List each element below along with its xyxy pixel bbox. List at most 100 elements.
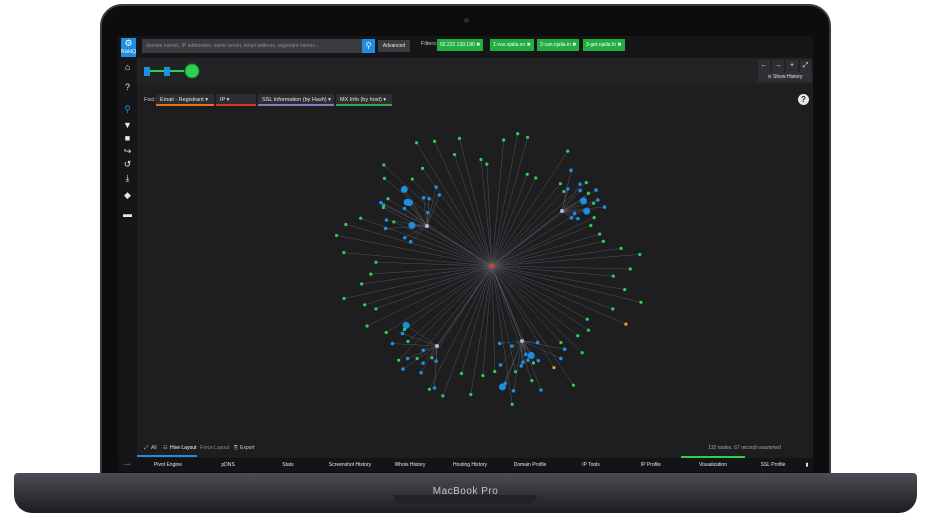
domain-node[interactable] — [359, 216, 363, 220]
ip-node[interactable] — [576, 216, 580, 221]
add-icon[interactable]: + — [786, 60, 798, 72]
domain-node[interactable] — [566, 149, 570, 153]
ip-node[interactable] — [594, 188, 598, 192]
domain-node[interactable] — [415, 356, 419, 361]
ssl-node[interactable] — [435, 344, 439, 348]
hive-layout-button[interactable]: Hive Layout — [170, 444, 196, 453]
ip-node[interactable] — [434, 185, 438, 189]
domain-node[interactable] — [628, 267, 632, 271]
ip-node[interactable] — [408, 221, 416, 229]
domain-node[interactable] — [441, 394, 445, 398]
domain-node[interactable] — [374, 260, 378, 264]
domain-node[interactable] — [619, 246, 623, 250]
search-input[interactable]: domain names, IP addresses, name server,… — [142, 39, 362, 53]
filter-chip[interactable]: 3-get.njalla.fo ✖ — [583, 39, 625, 51]
ip-node[interactable] — [503, 381, 508, 386]
focus-select-mx[interactable]: MX Info (by host) ▾ — [336, 94, 392, 106]
domain-node[interactable] — [469, 392, 473, 397]
ip-node[interactable] — [383, 226, 388, 231]
domain-node[interactable] — [502, 138, 506, 142]
domain-node[interactable] — [580, 351, 584, 355]
domain-node[interactable] — [585, 317, 589, 321]
domain-node[interactable] — [493, 369, 497, 374]
ip-node[interactable] — [390, 341, 395, 346]
domain-node[interactable] — [406, 339, 410, 344]
ip-node[interactable] — [526, 358, 530, 362]
domain-node[interactable] — [384, 330, 388, 335]
ip-node[interactable] — [521, 360, 525, 365]
domain-node[interactable] — [571, 383, 576, 387]
domain-node[interactable] — [623, 287, 627, 292]
domain-node[interactable] — [479, 157, 483, 162]
domain-node[interactable] — [452, 152, 457, 157]
tag-icon[interactable]: ◆ — [122, 190, 133, 201]
ip-node[interactable] — [384, 218, 389, 222]
ip-node[interactable] — [421, 348, 425, 353]
ip-node[interactable] — [421, 361, 425, 365]
network-graph[interactable] — [137, 116, 813, 441]
ip-node[interactable] — [437, 193, 442, 197]
domain-node[interactable] — [432, 139, 437, 143]
tab-pdns[interactable]: pDNS — [200, 458, 256, 472]
ip-node[interactable] — [497, 341, 502, 346]
ip-node[interactable] — [572, 211, 577, 216]
ip-node[interactable] — [578, 188, 582, 193]
domain-node[interactable] — [513, 370, 518, 374]
domain-node[interactable] — [381, 205, 386, 210]
domain-node[interactable] — [592, 215, 596, 220]
domain-node[interactable] — [481, 373, 485, 378]
domain-node[interactable] — [589, 223, 593, 228]
ip-node[interactable] — [498, 363, 503, 367]
ip-node[interactable] — [595, 198, 600, 202]
domain-node[interactable] — [374, 307, 378, 311]
domain-node[interactable] — [592, 201, 596, 205]
domain-node[interactable] — [382, 163, 386, 167]
comment-icon[interactable]: ■ — [122, 133, 133, 144]
domain-node[interactable] — [369, 272, 373, 276]
ip-node[interactable] — [427, 196, 431, 201]
ip-node[interactable] — [405, 199, 413, 207]
domain-node[interactable] — [386, 197, 390, 201]
focus-select-ssl[interactable]: SSL Information (by Hash) ▾ — [258, 94, 334, 106]
tab-stats[interactable]: Stats — [258, 458, 318, 472]
ip-node[interactable] — [578, 182, 582, 186]
ip-node[interactable] — [402, 206, 407, 211]
ip-node[interactable] — [403, 235, 407, 240]
ip-node[interactable] — [519, 364, 524, 368]
domain-node[interactable] — [576, 334, 580, 338]
tab-pivot-engine[interactable]: Pivot Engine — [138, 458, 198, 472]
domain-node[interactable] — [360, 282, 364, 286]
domain-node[interactable] — [598, 232, 602, 236]
folder-icon[interactable]: ▬ — [122, 209, 133, 220]
tab-visualization[interactable]: Visualization — [681, 458, 745, 472]
tab-domain-profile[interactable]: Domain Profile — [500, 458, 560, 472]
pipeline-step[interactable] — [144, 67, 150, 76]
filter-icon[interactable]: ▼ — [122, 120, 133, 131]
domain-node[interactable] — [586, 191, 591, 195]
domain-node[interactable] — [559, 340, 563, 345]
focus-select-email[interactable]: Email - Registrant ▾ — [156, 94, 214, 106]
app-logo[interactable]: ⚙ RiskIQ — [121, 38, 136, 57]
center-node[interactable] — [489, 263, 495, 269]
ip-node[interactable] — [511, 389, 516, 393]
pivot-pipeline[interactable] — [142, 60, 202, 82]
domain-node[interactable] — [525, 172, 529, 176]
ip-node[interactable] — [379, 200, 383, 205]
domain-node[interactable] — [624, 322, 628, 326]
tab-ip-tools[interactable]: IP Tools — [561, 458, 621, 472]
ip-node[interactable] — [402, 321, 410, 329]
domain-node[interactable] — [459, 371, 464, 376]
filter-chip[interactable]: 1-vos.njalla.no ✖ — [490, 39, 534, 51]
domain-node[interactable] — [342, 296, 346, 301]
domain-node[interactable] — [601, 239, 605, 243]
domain-node[interactable] — [586, 328, 591, 332]
domain-node[interactable] — [342, 251, 346, 255]
ip-node[interactable] — [400, 331, 405, 336]
domain-node[interactable] — [427, 387, 431, 391]
show-history-button[interactable]: ⊙ Show History — [758, 72, 812, 82]
domain-node[interactable] — [363, 303, 367, 307]
ip-node[interactable] — [510, 344, 514, 348]
domain-node[interactable] — [638, 252, 642, 257]
ip-node[interactable] — [401, 367, 405, 371]
pipeline-step[interactable] — [164, 67, 170, 76]
